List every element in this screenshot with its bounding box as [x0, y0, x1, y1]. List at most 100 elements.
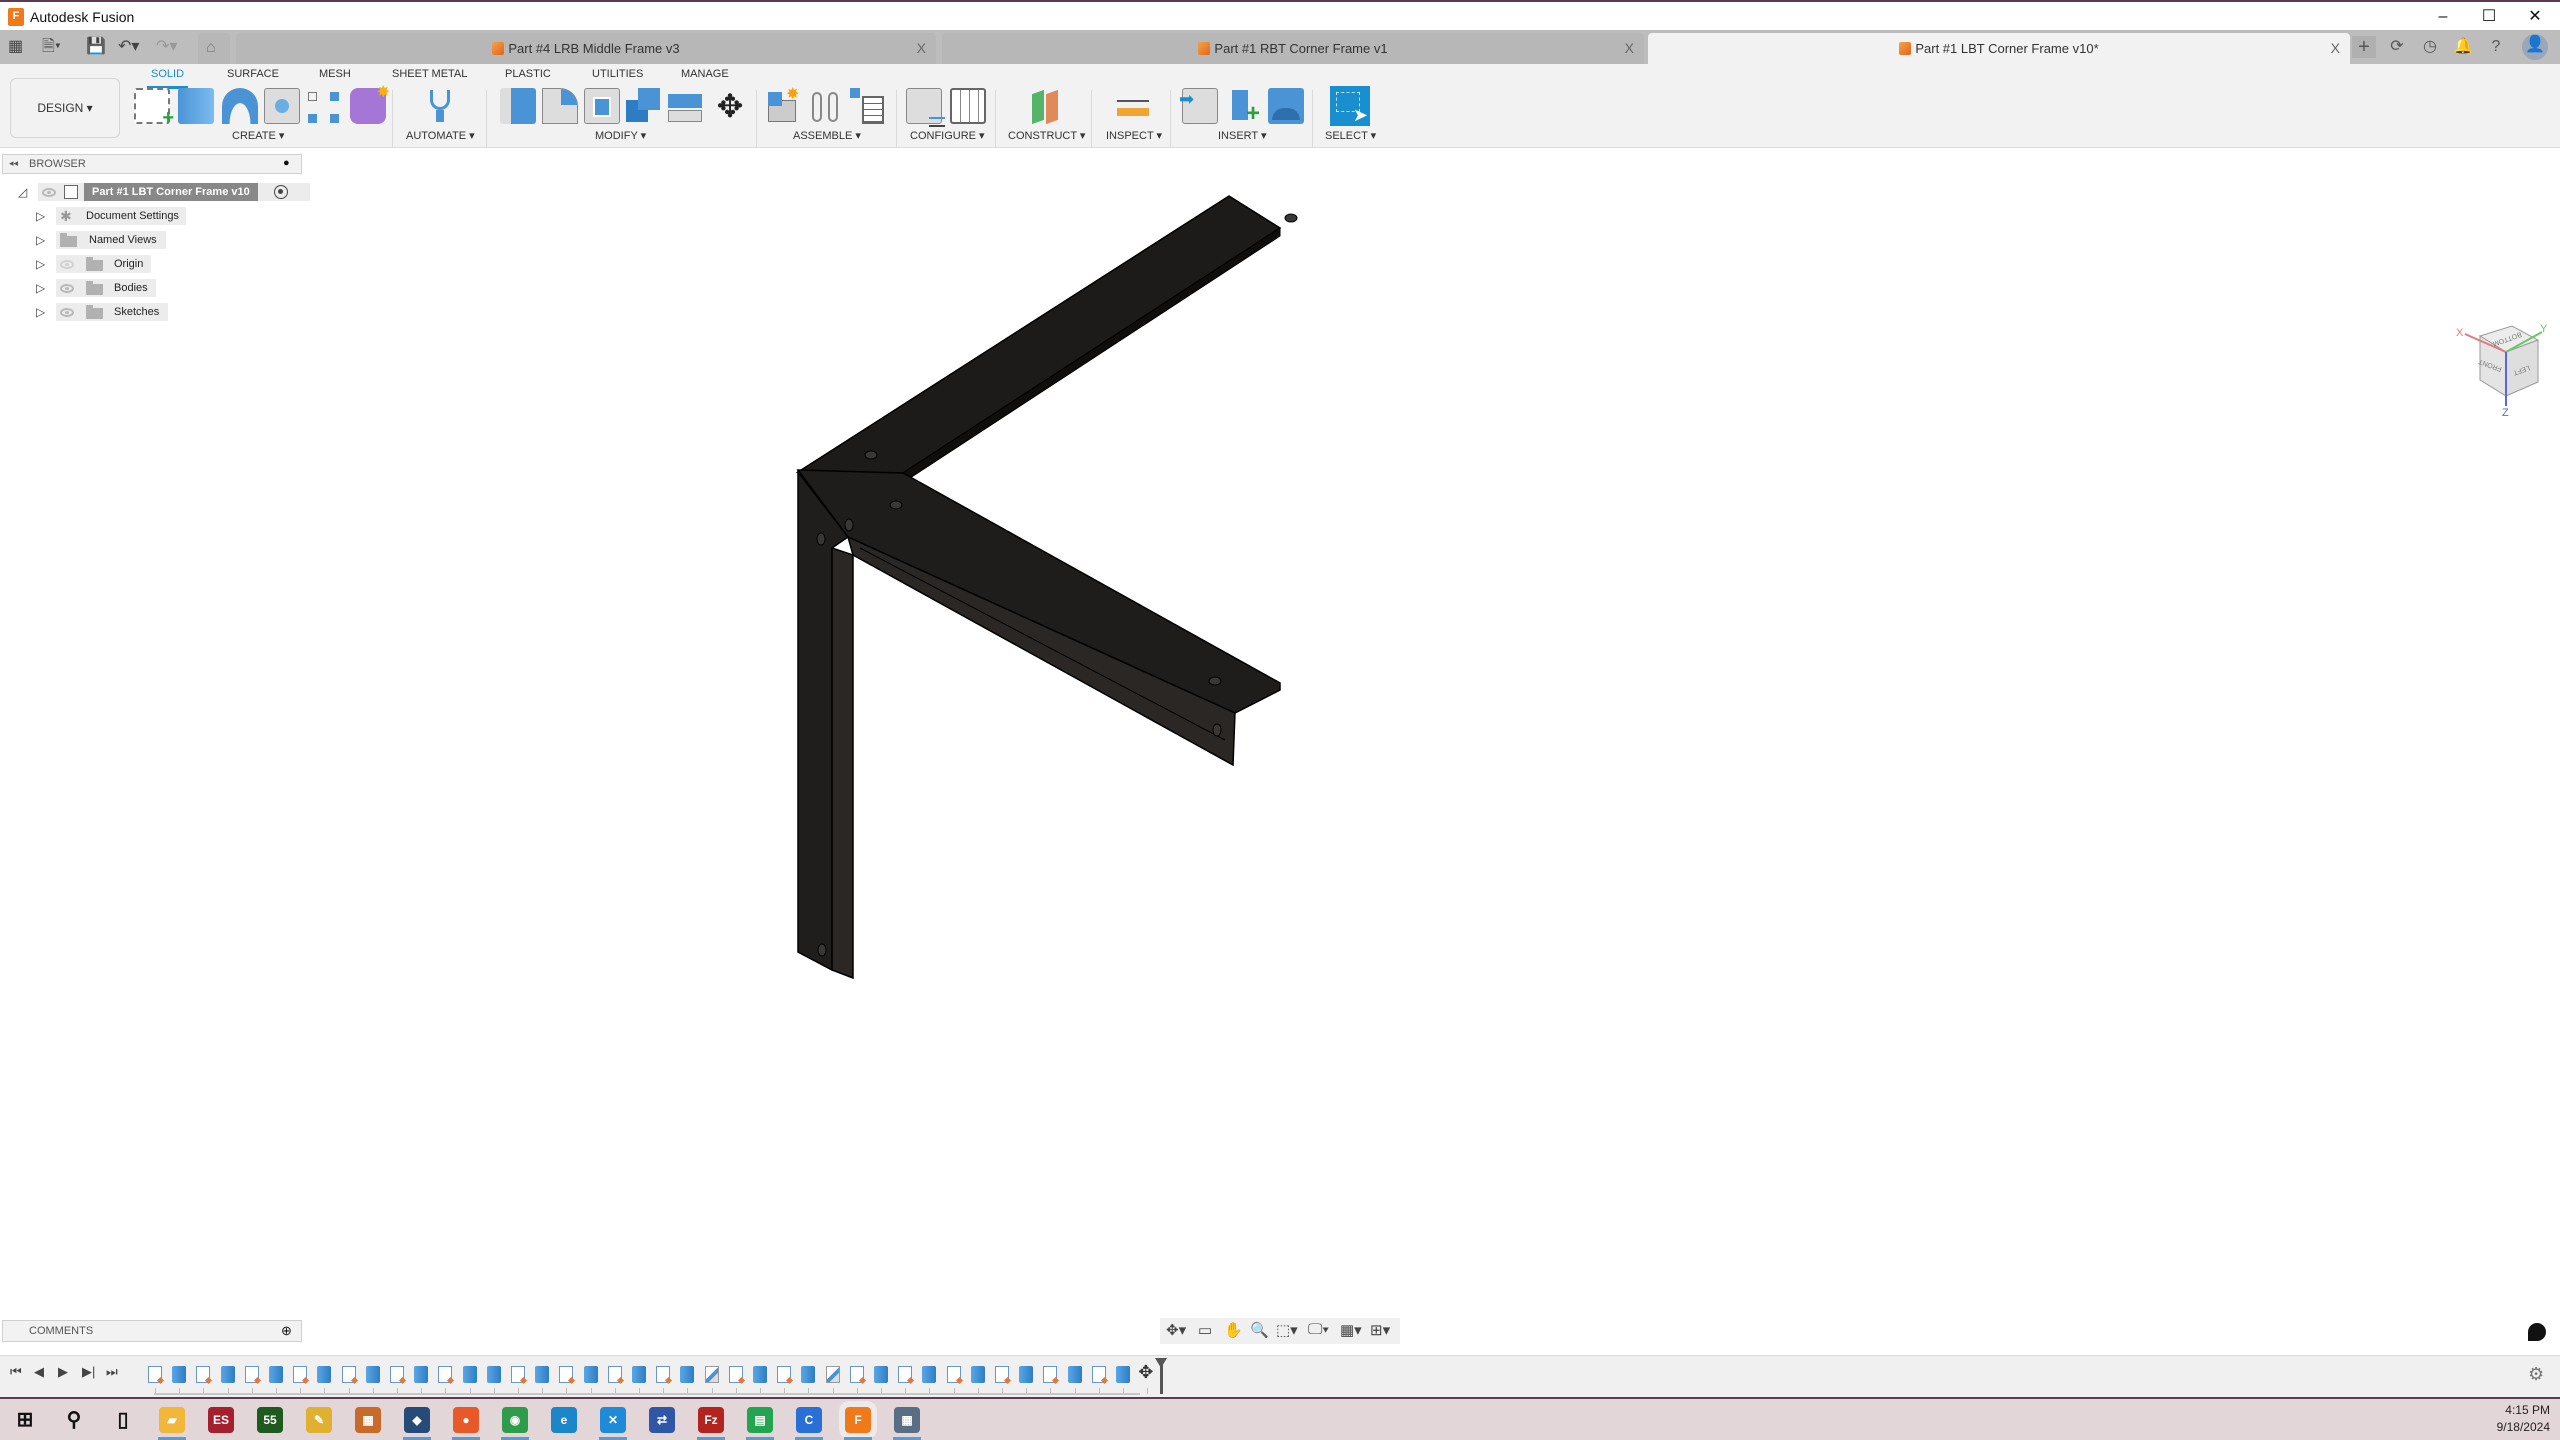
fusion-icon[interactable]: F: [839, 1401, 877, 1439]
timeline-sketch-feature[interactable]: [341, 1366, 356, 1383]
calculator-icon[interactable]: ▦: [894, 1407, 920, 1433]
press-pull-icon[interactable]: [500, 88, 536, 124]
app-55-icon[interactable]: 55: [257, 1407, 283, 1433]
tab-utilities[interactable]: UTILITIES: [592, 68, 643, 80]
go-to-start-button[interactable]: ⏮: [10, 1364, 22, 1380]
select-menu[interactable]: SELECT ▾: [1325, 129, 1376, 142]
comments-panel[interactable]: COMMENTS ⊕: [2, 1320, 302, 1342]
timeline-extrude-feature[interactable]: [1019, 1366, 1034, 1383]
colorful-app-icon[interactable]: ▦: [355, 1407, 381, 1433]
fillet-icon[interactable]: [542, 88, 578, 124]
step-forward-button[interactable]: ▶|: [82, 1364, 95, 1380]
browser-root-node[interactable]: ◿ Part #1 LBT Corner Frame v10: [18, 182, 310, 202]
zoom-icon[interactable]: 🔍: [1250, 1321, 1269, 1339]
hole-icon[interactable]: [264, 88, 300, 124]
root-component-label[interactable]: Part #1 LBT Corner Frame v10: [84, 183, 258, 201]
timeline-extrude-feature[interactable]: [317, 1366, 332, 1383]
expand-triangle-icon[interactable]: ▷: [36, 302, 45, 322]
timeline-settings-icon[interactable]: ⚙: [2528, 1364, 2544, 1385]
timeline-extrude-feature[interactable]: [365, 1366, 380, 1383]
browser-item-document-settings[interactable]: ▷ ✱ Document Settings: [36, 206, 196, 226]
help-icon[interactable]: ?: [2484, 36, 2508, 58]
timeline-extrude-feature[interactable]: [462, 1366, 477, 1383]
automate-icon[interactable]: [422, 88, 458, 124]
timeline-sketch-feature[interactable]: [390, 1366, 404, 1383]
search-icon[interactable]: ⚲: [61, 1407, 87, 1433]
timeline-extrude-feature[interactable]: [680, 1366, 695, 1383]
model-svg[interactable]: [0, 148, 2560, 1348]
tab-part4-lrb-middle-frame[interactable]: Part #4 LRB Middle Frame v3 X: [236, 33, 936, 64]
hidden-eye-icon[interactable]: [60, 260, 74, 269]
move-copy-icon[interactable]: ✥: [712, 88, 748, 124]
expand-triangle-icon[interactable]: ▷: [36, 278, 45, 298]
timeline-extrude-feature[interactable]: [753, 1366, 767, 1383]
go-to-end-button[interactable]: ⏭: [106, 1364, 118, 1380]
step-back-button[interactable]: ◀: [34, 1364, 44, 1380]
filezilla-icon[interactable]: Fz: [698, 1407, 724, 1433]
task-view-icon[interactable]: ▯: [110, 1407, 136, 1433]
construct-menu[interactable]: CONSTRUCT ▾: [1008, 129, 1085, 142]
notifications-icon[interactable]: 🔔: [2451, 36, 2475, 58]
network-app-icon[interactable]: ⇄: [649, 1407, 675, 1433]
modify-menu[interactable]: MODIFY ▾: [595, 129, 646, 142]
timeline-extrude-feature[interactable]: [970, 1366, 985, 1383]
offset-face-icon[interactable]: [668, 88, 704, 124]
virtualbox-icon[interactable]: ◆: [404, 1407, 430, 1433]
timeline-sketch-feature[interactable]: [511, 1366, 525, 1383]
timeline-marker[interactable]: [1155, 1358, 1168, 1394]
browser-item-sketches[interactable]: ▷ Sketches: [36, 302, 196, 322]
timeline-extrude-feature[interactable]: [269, 1366, 283, 1383]
close-window-button[interactable]: ✕: [2512, 4, 2558, 30]
tab-surface[interactable]: SURFACE: [227, 68, 279, 80]
timeline-sketch-feature[interactable]: [728, 1366, 743, 1383]
minimize-button[interactable]: –: [2420, 4, 2466, 30]
shell-icon[interactable]: [584, 88, 620, 124]
feather-app-icon[interactable]: ✎: [306, 1407, 332, 1433]
extrude-icon[interactable]: [178, 88, 214, 124]
tab-part1-rbt-corner-frame[interactable]: Part #1 RBT Corner Frame v1 X: [942, 33, 1644, 64]
pan-icon[interactable]: ✋: [1224, 1321, 1243, 1339]
expand-triangle-icon[interactable]: ▷: [36, 254, 45, 274]
assemble-menu[interactable]: ASSEMBLE ▾: [793, 129, 861, 142]
configure-icon[interactable]: [906, 88, 945, 127]
measure-icon[interactable]: [1115, 88, 1151, 124]
create-menu[interactable]: CREATE ▾: [232, 129, 284, 142]
inspect-menu[interactable]: INSPECT ▾: [1106, 129, 1162, 142]
offset-plane-icon[interactable]: [1028, 88, 1064, 125]
feedback-chat-icon[interactable]: [2528, 1323, 2546, 1341]
timeline-extrude-feature[interactable]: [632, 1366, 646, 1383]
tab-mesh[interactable]: MESH: [319, 68, 351, 80]
tab-sheet-metal[interactable]: SHEET METAL: [392, 68, 467, 80]
create-form-icon[interactable]: ✸: [350, 84, 390, 124]
revolve-icon[interactable]: [222, 88, 258, 124]
chrome-icon[interactable]: ◉: [502, 1407, 528, 1433]
close-tab-icon[interactable]: X: [1625, 40, 1634, 56]
timeline-extrude-feature[interactable]: [414, 1366, 429, 1383]
view-cube[interactable]: X Y Z BOTTOM FRONT LEFT: [2440, 318, 2550, 419]
grid-settings-icon[interactable]: ▦▾: [1340, 1321, 1362, 1339]
job-status-icon[interactable]: ◷: [2418, 36, 2442, 58]
visibility-eye-icon[interactable]: [60, 308, 74, 317]
browser-item-named-views[interactable]: ▷ Named Views: [36, 230, 196, 250]
close-tab-icon[interactable]: X: [2331, 40, 2340, 56]
sheets-app-icon[interactable]: ▤: [747, 1407, 773, 1433]
c-app-icon[interactable]: C: [796, 1407, 822, 1433]
undo-icon[interactable]: ↶▾: [118, 38, 139, 56]
redo-icon[interactable]: ↷▾: [156, 38, 177, 56]
look-at-icon[interactable]: ▭: [1198, 1321, 1212, 1339]
new-component-icon[interactable]: ✸: [766, 86, 802, 124]
display-settings-icon[interactable]: 🖵▾: [1308, 1321, 1329, 1338]
timeline-chamfer-feature[interactable]: [704, 1366, 719, 1383]
pin-browser-icon[interactable]: ●: [283, 157, 290, 169]
close-tab-icon[interactable]: X: [917, 40, 926, 56]
select-icon[interactable]: ➤: [1330, 86, 1370, 126]
browser-panel-header[interactable]: ◂◂ BROWSER ●: [2, 154, 302, 174]
timeline-sketch-feature[interactable]: [293, 1366, 308, 1383]
insert-canvas-icon[interactable]: [1268, 88, 1304, 124]
tab-solid[interactable]: SOLID: [146, 68, 189, 89]
combine-icon[interactable]: [626, 88, 662, 124]
timeline-sketch-feature[interactable]: [1043, 1366, 1058, 1383]
fit-icon[interactable]: ⬚▾: [1276, 1321, 1298, 1339]
configuration-table-icon[interactable]: [950, 88, 986, 124]
create-sketch-icon[interactable]: +: [134, 88, 174, 129]
